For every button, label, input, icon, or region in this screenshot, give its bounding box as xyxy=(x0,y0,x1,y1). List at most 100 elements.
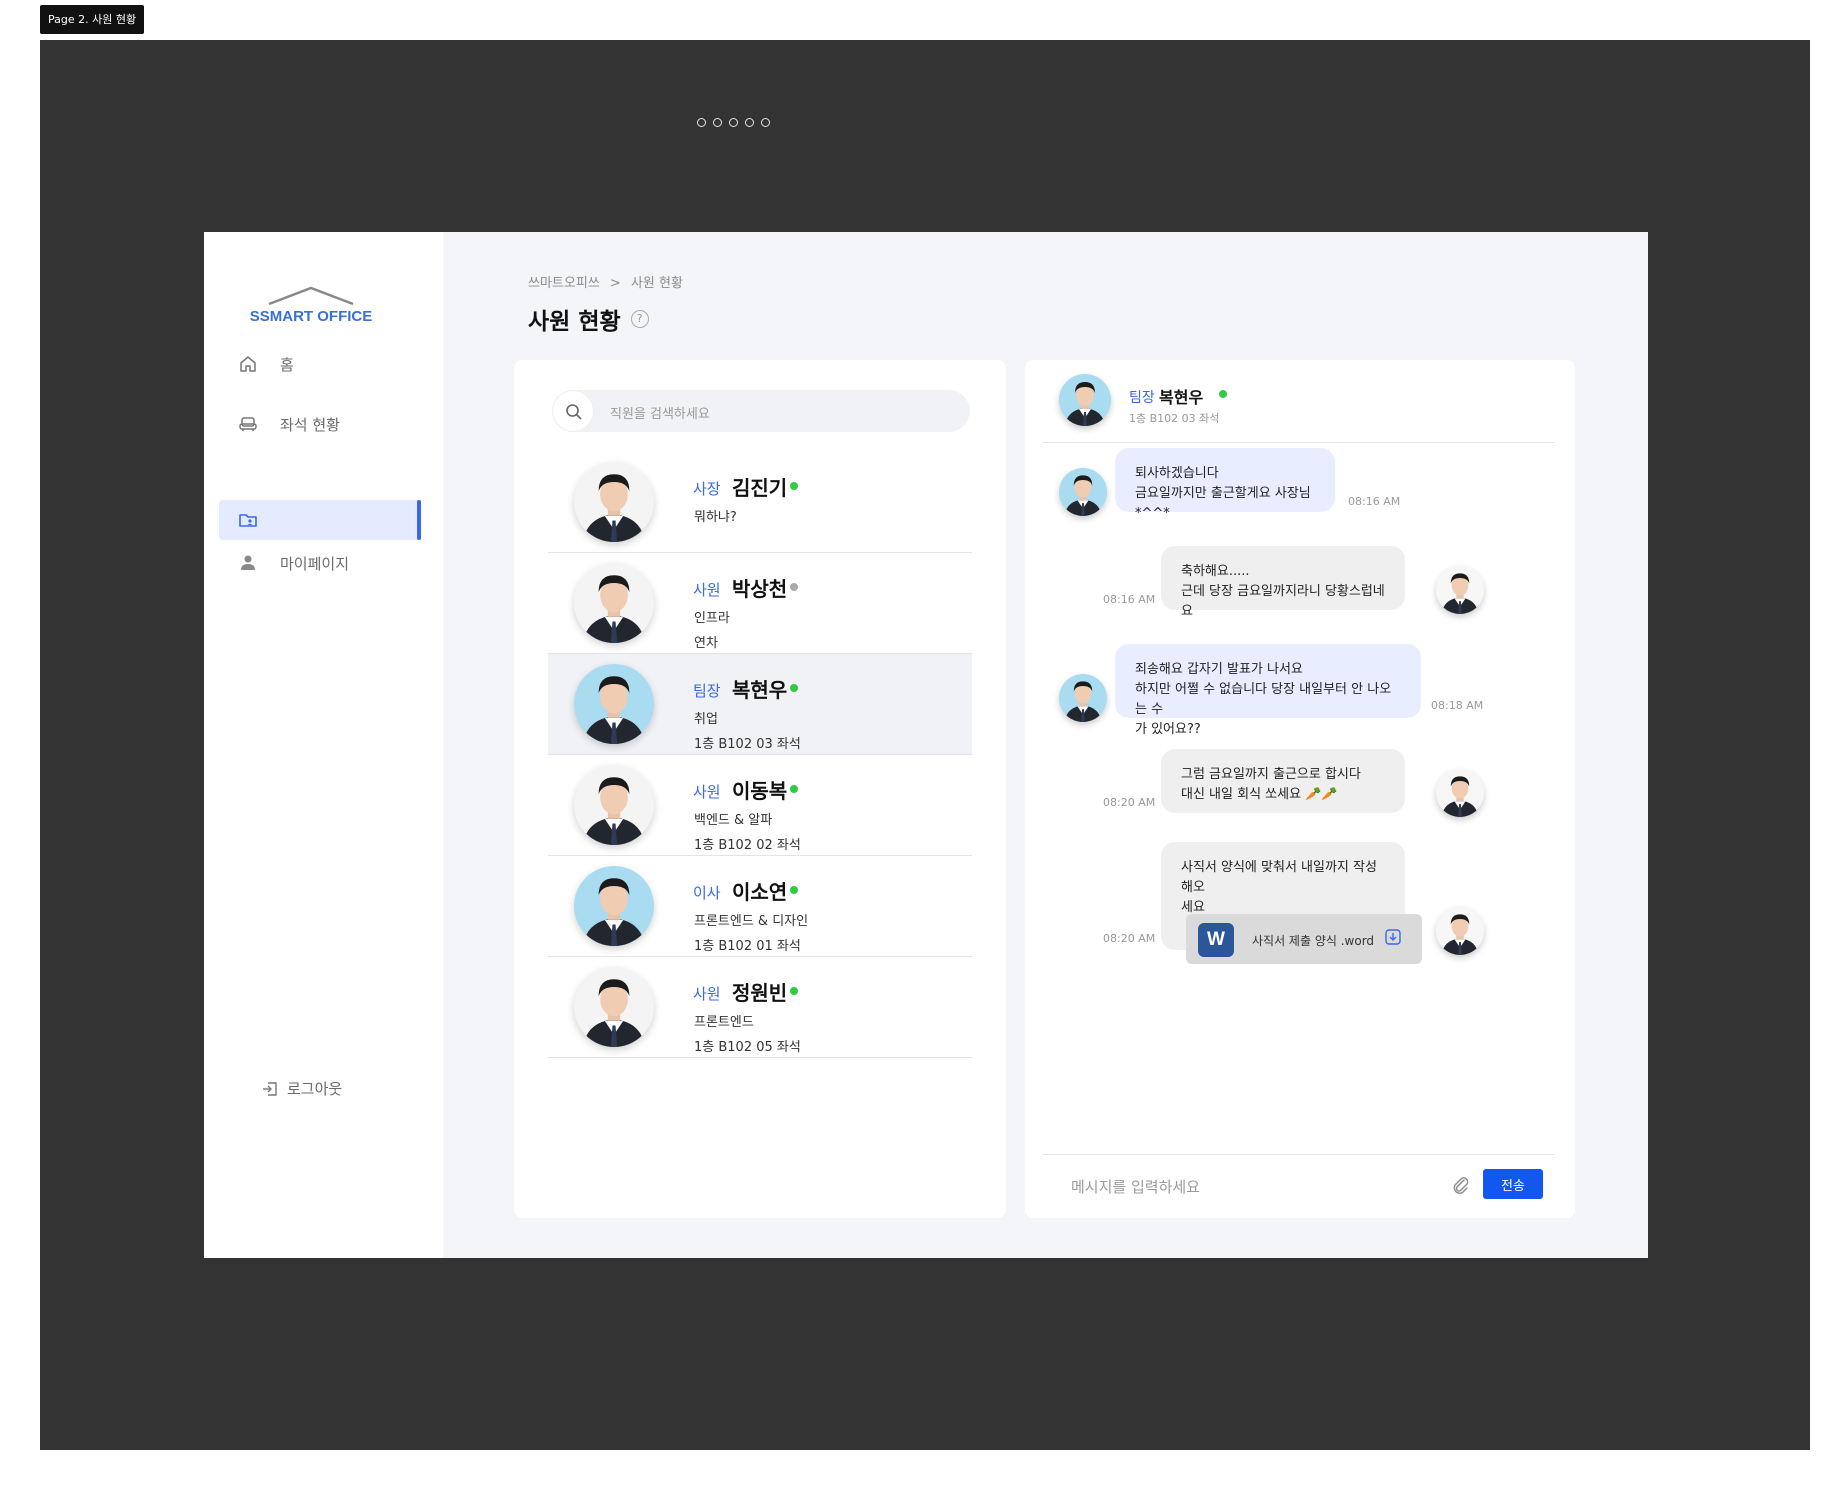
sidebar-item-label: 홈 xyxy=(280,356,294,374)
employee-seat: 1층 B102 01 좌석 xyxy=(694,939,801,954)
status-dot xyxy=(790,482,798,490)
download-icon[interactable] xyxy=(1384,928,1402,946)
chat-partner-name: 복현우 xyxy=(1159,388,1204,407)
breadcrumb-separator: > xyxy=(609,276,621,291)
message-input-bar: 메시지를 입력하세요 전송 xyxy=(1043,1154,1555,1218)
word-file-icon: W xyxy=(1198,923,1234,957)
sent-message: 사직서 양식에 맞춰서 내일까지 작성해오 세요 W 사직서 제출 양식 .word xyxy=(1161,842,1422,964)
employee-name: 김진기 xyxy=(732,476,788,500)
page-title-row: 사원 현황 ? xyxy=(528,302,649,336)
message-time: 08:20 AM xyxy=(1103,796,1156,809)
message-avatar xyxy=(1436,907,1484,955)
employee-name: 박상천 xyxy=(732,577,788,601)
breadcrumb-current: 사원 현황 xyxy=(630,276,683,291)
sidebar-item-home[interactable]: 홈 xyxy=(204,344,443,384)
breadcrumb-root[interactable]: 쓰마트오피쓰 xyxy=(528,276,600,291)
message-avatar xyxy=(1436,769,1484,817)
message-avatar xyxy=(1436,566,1484,614)
employee-avatar xyxy=(574,462,654,542)
search-icon xyxy=(566,404,582,420)
employee-seat: 1층 B102 05 좌석 xyxy=(694,1040,801,1055)
carousel-dot[interactable] xyxy=(697,118,706,127)
received-message: 죄송해요 갑자기 발표가 나서요하지만 어쩔 수 없습니다 당장 내일부터 안 … xyxy=(1115,644,1421,737)
logo[interactable]: SSMART OFFICE xyxy=(246,284,376,332)
sidebar-item-label: 마이페이지 xyxy=(280,555,350,573)
carousel-dots xyxy=(697,118,770,127)
employee-seat: 1층 B102 02 좌석 xyxy=(694,838,801,853)
employee-row[interactable]: 사장 김진기뭐하냐? xyxy=(548,452,972,553)
message-line: 퇴사하겠습니다 xyxy=(1135,466,1219,481)
status-dot xyxy=(790,583,798,591)
sidebar-item-mypage[interactable]: 마이페이지 xyxy=(204,543,443,583)
employee-list-panel: 직원을 검색하세요 사장 김진기뭐하냐? 사원 박상천 인프라연차팀장 복현우취업 1층 B… xyxy=(514,360,1006,1218)
employee-row[interactable]: 사원 정원빈프론트엔드 1층 B102 05 좌석 xyxy=(548,957,972,1058)
employee-detail: 백엔드 & 알파 xyxy=(694,813,773,828)
carousel-dot[interactable] xyxy=(729,118,738,127)
employee-name: 정원빈 xyxy=(732,981,788,1005)
search-placeholder: 직원을 검색하세요 xyxy=(610,407,710,422)
employee-avatar xyxy=(574,765,654,845)
employee-rank: 이사 xyxy=(693,884,721,902)
employee-folder-icon xyxy=(239,514,257,527)
carousel-dot[interactable] xyxy=(745,118,754,127)
file-name: 사직서 제출 양식 .word xyxy=(1252,934,1375,948)
attach-icon[interactable] xyxy=(1451,1175,1471,1195)
employee-detail: 뭐하냐? xyxy=(694,510,737,525)
employee-avatar xyxy=(574,866,654,946)
message-time: 08:16 AM xyxy=(1348,495,1401,508)
message-line: 죄송해요 갑자기 발표가 나서요 xyxy=(1135,662,1303,677)
carousel-dot[interactable] xyxy=(761,118,770,127)
app-window: SSMART OFFICE 홈 좌석 현황 마이페이지 로그아웃 쓰마트오피쓰 … xyxy=(204,232,1648,1258)
breadcrumb: 쓰마트오피쓰 > 사원 현황 xyxy=(528,272,683,291)
logout-label: 로그아웃 xyxy=(287,1080,343,1098)
employee-name: 이동복 xyxy=(732,779,788,803)
help-icon[interactable]: ? xyxy=(630,310,649,328)
employee-rank: 사장 xyxy=(693,480,721,498)
seat-icon xyxy=(239,417,257,431)
status-dot xyxy=(790,684,798,692)
logout-icon xyxy=(263,1081,277,1096)
employee-rank: 사원 xyxy=(693,581,721,599)
employee-avatar xyxy=(574,967,654,1047)
employee-detail: 프론트엔드 & 디자인 xyxy=(694,914,809,929)
employee-detail: 인프라 xyxy=(694,611,730,626)
sidebar-item-employee-status[interactable] xyxy=(219,500,421,540)
employee-row[interactable]: 팀장 복현우취업 1층 B102 03 좌석 xyxy=(548,654,972,755)
message-input[interactable]: 메시지를 입력하세요 xyxy=(1071,1176,1200,1197)
employee-rank: 사원 xyxy=(693,985,721,1003)
employee-detail: 프론트엔드 xyxy=(694,1015,754,1030)
user-icon xyxy=(241,555,255,570)
page-title: 사원 현황 xyxy=(528,309,621,335)
send-button[interactable]: 전송 xyxy=(1483,1169,1543,1199)
employee-name: 복현우 xyxy=(732,678,788,702)
employee-seat: 연차 xyxy=(694,636,718,651)
logout-button[interactable]: 로그아웃 xyxy=(261,1078,342,1099)
chat-partner-seat: 1층 B102 03 좌석 xyxy=(1129,412,1220,425)
employee-rank: 팀장 xyxy=(693,682,721,700)
employee-rank: 사원 xyxy=(693,783,721,801)
received-message: 퇴사하겠습니다 금요일까지만 출근할게요 사장님 *^^* xyxy=(1115,448,1335,521)
message-line: 축하해요..... xyxy=(1181,564,1250,579)
message-line: 가 있어요?? xyxy=(1135,722,1201,737)
carousel-dot[interactable] xyxy=(713,118,722,127)
message-line: 사직서 양식에 맞춰서 내일까지 작성해오 xyxy=(1181,860,1377,895)
sent-message: 축하해요..... 근데 당장 금요일까지라니 당황스럽네요 xyxy=(1161,546,1405,619)
chat-partner-avatar[interactable] xyxy=(1059,374,1111,426)
chat-partner-rank: 팀장 xyxy=(1129,390,1155,406)
artboard-frame: SSMART OFFICE 홈 좌석 현황 마이페이지 로그아웃 쓰마트오피쓰 … xyxy=(40,40,1810,1450)
search-button[interactable] xyxy=(552,390,594,432)
file-attachment[interactable]: W 사직서 제출 양식 .word xyxy=(1186,914,1422,964)
employee-row[interactable]: 사원 박상천 인프라연차 xyxy=(548,553,972,654)
employee-detail: 취업 xyxy=(694,712,718,727)
employee-row[interactable]: 사원 이동복백엔드 & 알파 1층 B102 02 좌석 xyxy=(548,755,972,856)
message-line: 하지만 어쩔 수 없습니다 당장 내일부터 안 나오는 수 xyxy=(1135,682,1392,717)
status-dot xyxy=(790,785,798,793)
employee-seat: 1층 B102 03 좌석 xyxy=(694,737,801,752)
chat-header: 팀장 복현우 1층 B102 03 좌석 xyxy=(1043,360,1555,443)
message-time: 08:20 AM xyxy=(1103,932,1156,945)
employee-row[interactable]: 이사 이소연 프론트엔드 & 디자인 1층 B102 01 좌석 xyxy=(548,856,972,957)
sidebar-item-seat-status[interactable]: 좌석 현황 xyxy=(204,404,443,444)
search-input[interactable]: 직원을 검색하세요 xyxy=(552,390,970,432)
employee-avatar xyxy=(574,664,654,744)
logo-text: SSMART OFFICE xyxy=(249,308,373,325)
